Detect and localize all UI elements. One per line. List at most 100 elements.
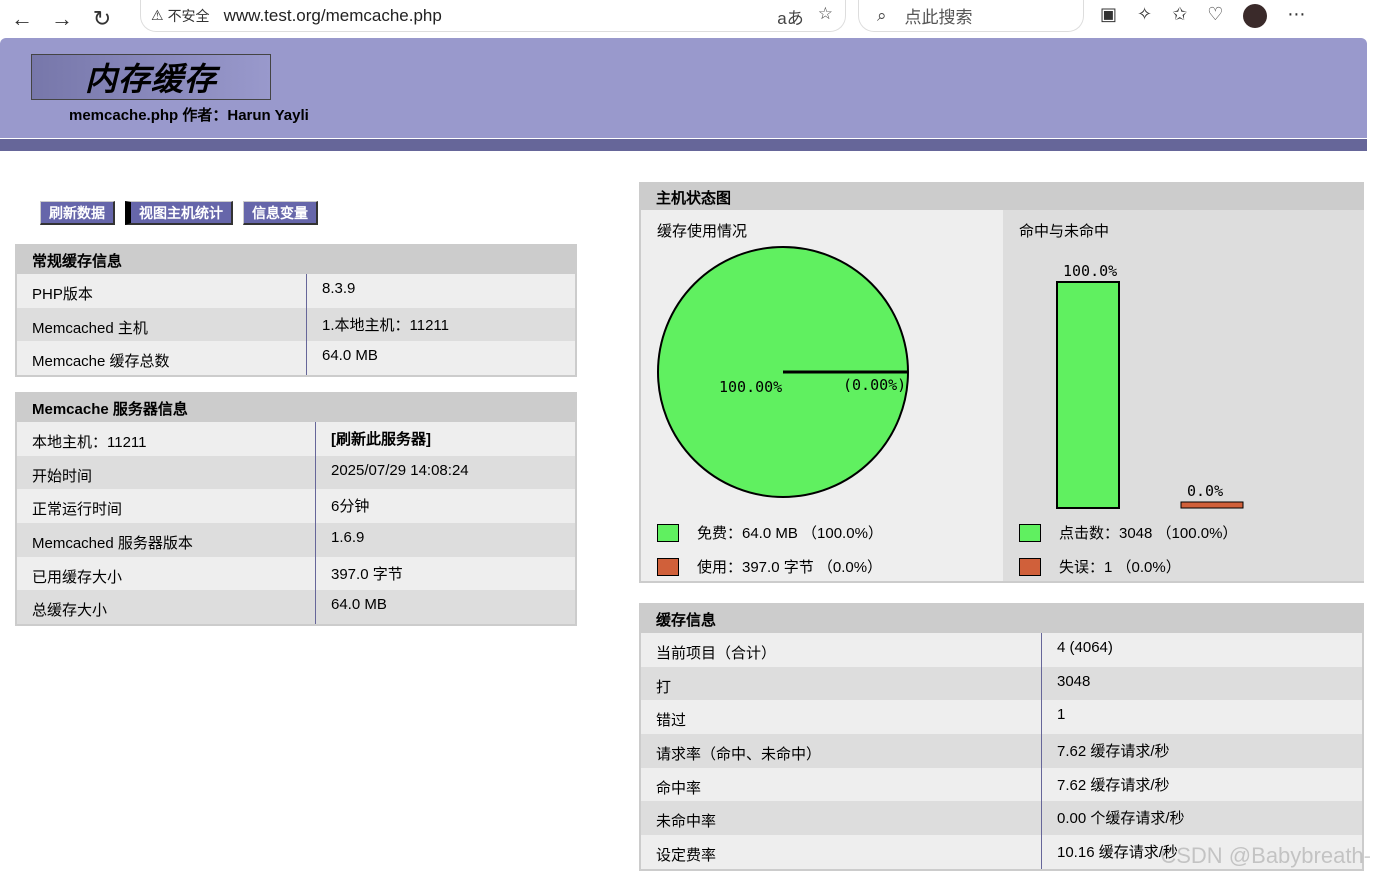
back-icon[interactable]: ← (4, 5, 40, 33)
row-value: 7.62 缓存请求/秒 (1057, 743, 1170, 761)
logo: 内存缓存 (31, 54, 271, 100)
row-value: 8.3.9 (322, 280, 356, 297)
general-info-title: 常规缓存信息 (17, 246, 575, 274)
menu: 刷新数据 视图主机统计 信息变量 (40, 201, 318, 225)
row-label: 正常运行时间 (17, 489, 316, 524)
hits-graph-panel: 命中与未命中 100.0% 0.0% 点击数：3048 （100.0%） 失误：… (1003, 210, 1364, 581)
server-info-table: Memcache 服务器信息 本地主机：11211 [刷新此服务器] 开始时间 20… (15, 392, 577, 627)
row-label: 已用缓存大小 (17, 556, 316, 591)
table-row: 开始时间 2025/07/29 14:08:24 (17, 455, 575, 490)
row-label: Memcache 缓存总数 (17, 341, 307, 376)
insecure-label: 不安全 (167, 7, 210, 24)
legend-swatch-hits (1019, 523, 1041, 542)
row-value: 4 (4064) (1057, 639, 1113, 656)
table-row: 已用缓存大小 397.0 字节 (17, 556, 575, 591)
row-value: 6分钟 (331, 498, 370, 516)
reload-icon[interactable]: ↻ (84, 5, 120, 33)
server-info-title: Memcache 服务器信息 (17, 394, 575, 422)
row-label: PHP版本 (17, 274, 307, 308)
host-stats-button[interactable]: 视图主机统计 (125, 201, 233, 225)
table-row: 当前项目（合计） 4 (4064) (641, 633, 1362, 667)
legend-swatch-used (657, 557, 679, 576)
row-label: 打 (641, 666, 1042, 701)
table-row: PHP版本 8.3.9 (17, 274, 575, 308)
row-value: 64.0 MB (331, 596, 387, 614)
general-rows: PHP版本 8.3.9 Memcached 主机 1.本地主机：11211 Memc… (17, 274, 575, 376)
table-row: 请求率（命中、未命中） 7.62 缓存请求/秒 (641, 734, 1362, 768)
row-label: Memcached 服务器版本 (17, 523, 316, 557)
row-label: 开始时间 (17, 455, 316, 490)
bar-label-hits: 100.0% (1063, 262, 1117, 280)
address-bar[interactable]: ⚠ 不安全 www.test.org/memcache.php aあ ☆ (140, 0, 846, 32)
table-row: Memcached 主机 1.本地主机：11211 (17, 307, 575, 342)
row-label: 总缓存大小 (17, 590, 316, 625)
warning-icon: ⚠ (151, 7, 164, 23)
page-header: 内存缓存 memcache.php 作者：Harun Yayli (0, 38, 1367, 138)
translate-icon[interactable]: aあ (777, 4, 803, 29)
row-label: 命中率 (641, 767, 1042, 802)
row-value: 397.0 字节 (331, 565, 403, 583)
legend-misses-text: 失误：1 （0.0%） (1059, 559, 1181, 576)
server-rows: 本地主机：11211 [刷新此服务器] 开始时间 2025/07/29 14:08:… (17, 422, 575, 625)
legend-used: 使用：397.0 字节 （0.0%） (657, 556, 882, 577)
row-value: 3048 (1057, 672, 1091, 690)
avatar[interactable] (1243, 4, 1268, 28)
row-label: 错过 (641, 700, 1042, 735)
table-row: Memcached 服务器版本 1.6.9 (17, 523, 575, 557)
row-label: 设定费率 (641, 835, 1042, 869)
browser-toolbar: ← → ↻ ⚠ 不安全 www.test.org/memcache.php aあ… (0, 0, 1377, 38)
usage-graph-title: 缓存使用情况 (657, 223, 748, 240)
row-value: 0.00 个缓存请求/秒 (1057, 810, 1185, 828)
search-box[interactable]: ⌕ 点此搜索 (858, 0, 1084, 32)
legend-swatch-free (657, 523, 679, 542)
url-text[interactable]: www.test.org/memcache.php (224, 6, 442, 26)
row-value: 10.16 缓存请求/秒 (1057, 844, 1178, 862)
table-row: 总缓存大小 64.0 MB (17, 590, 575, 625)
host-status-graphs: 主机状态图 缓存使用情况 100.00% (0.00%) 免费：64.0 MB … (639, 182, 1364, 583)
row-label: 请求率（命中、未命中） (641, 734, 1042, 768)
table-row: 打 3048 (641, 666, 1362, 701)
graphs-title: 主机状态图 (641, 184, 1362, 210)
search-icon: ⌕ (877, 5, 887, 25)
legend-free: 免费：64.0 MB （100.0%） (657, 522, 883, 543)
row-value: 64.0 MB (322, 347, 378, 365)
row-label: 未命中率 (641, 801, 1042, 836)
row-value: 1 (1057, 706, 1066, 724)
cache-info-title: 缓存信息 (641, 605, 1362, 633)
flush-server-link[interactable]: [刷新此服务器] (316, 422, 431, 456)
bar-label-misses: 0.0% (1187, 482, 1223, 500)
row-label: 当前项目（合计） (641, 633, 1042, 667)
bar-hits (1056, 281, 1120, 509)
search-placeholder: 点此搜索 (904, 8, 973, 27)
table-row: Memcache 缓存总数 64.0 MB (17, 341, 575, 376)
hits-graph-title: 命中与未命中 (1019, 223, 1110, 240)
favorite-star-icon[interactable]: ☆ (818, 4, 833, 29)
legend-misses: 失误：1 （0.0%） (1019, 556, 1181, 577)
extensions-icon[interactable]: ✧ (1137, 4, 1152, 28)
row-value: 1.本地主机：11211 (322, 316, 449, 334)
header-divider (0, 139, 1367, 151)
general-info-table: 常规缓存信息 PHP版本 8.3.9 Memcached 主机 1.本地主机：112… (15, 244, 577, 378)
row-value: 1.6.9 (331, 529, 365, 547)
usage-graph-panel: 缓存使用情况 100.00% (0.00%) 免费：64.0 MB （100.0… (641, 210, 1003, 581)
table-row: 未命中率 0.00 个缓存请求/秒 (641, 801, 1362, 836)
forward-icon[interactable]: → (44, 5, 80, 33)
pie-label-used: (0.00%) (843, 376, 906, 394)
row-value: 2025/07/29 14:08:24 (331, 461, 469, 479)
usage-pie-chart: 100.00% (0.00%) (657, 246, 909, 498)
variables-button[interactable]: 信息变量 (243, 201, 318, 225)
pie-label-free: 100.00% (719, 378, 782, 396)
refresh-data-button[interactable]: 刷新数据 (40, 201, 115, 225)
legend-hits: 点击数：3048 （100.0%） (1019, 522, 1237, 543)
row-label: Memcached 主机 (17, 307, 307, 342)
favorites-icon[interactable]: ✩ (1172, 4, 1187, 28)
more-icon[interactable]: ⋯ (1287, 4, 1305, 28)
legend-hits-text: 点击数：3048 （100.0%） (1059, 525, 1238, 542)
page-subtitle: memcache.php 作者：Harun Yayli (69, 107, 309, 124)
collections-icon[interactable]: ▣ (1100, 4, 1117, 28)
row-label: 本地主机：11211 (17, 422, 316, 456)
table-row: 错过 1 (641, 700, 1362, 735)
bar-misses (1180, 501, 1244, 509)
table-row: 本地主机：11211 [刷新此服务器] (17, 422, 575, 456)
health-icon[interactable]: ♡ (1207, 4, 1223, 28)
